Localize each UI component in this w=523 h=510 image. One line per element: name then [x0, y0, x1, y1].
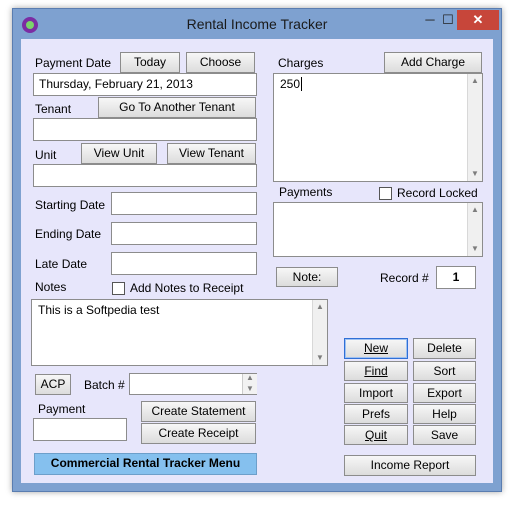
income-report-button[interactable]: Income Report: [344, 455, 476, 476]
add-notes-to-receipt-checkbox[interactable]: [112, 282, 125, 295]
go-to-another-tenant-button[interactable]: Go To Another Tenant: [98, 97, 256, 118]
batch-field[interactable]: [129, 373, 257, 395]
payments-scrollbar[interactable]: ▲ ▼: [467, 203, 482, 256]
add-notes-to-receipt-label: Add Notes to Receipt: [130, 281, 244, 295]
payments-textarea[interactable]: [273, 202, 483, 257]
ending-date-label: Ending Date: [35, 227, 102, 241]
record-number-field[interactable]: 1: [436, 266, 476, 289]
help-button[interactable]: Help: [413, 404, 476, 424]
title-bar[interactable]: Rental Income Tracker ─ ☐ ✕: [13, 9, 501, 39]
charges-label: Charges: [278, 56, 324, 70]
view-unit-button[interactable]: View Unit: [81, 143, 157, 164]
new-button[interactable]: New: [344, 338, 408, 359]
charges-text: 250: [280, 77, 301, 91]
ending-date-field[interactable]: [111, 222, 257, 245]
spin-up-icon[interactable]: ▲: [243, 372, 257, 383]
scroll-down-icon[interactable]: ▼: [313, 351, 327, 365]
create-receipt-button[interactable]: Create Receipt: [141, 423, 256, 444]
scroll-down-icon[interactable]: ▼: [468, 167, 482, 181]
delete-button[interactable]: Delete: [413, 338, 476, 359]
create-statement-button[interactable]: Create Statement: [141, 401, 256, 422]
unit-field[interactable]: [33, 164, 257, 187]
acp-button[interactable]: ACP: [35, 374, 71, 395]
starting-date-field[interactable]: [111, 192, 257, 215]
app-window: Rental Income Tracker ─ ☐ ✕ Payment Date…: [12, 8, 502, 492]
scroll-up-icon[interactable]: ▲: [468, 203, 482, 217]
record-locked-label: Record Locked: [397, 186, 478, 200]
unit-label: Unit: [35, 148, 57, 162]
add-charge-button[interactable]: Add Charge: [384, 52, 482, 73]
choose-date-button[interactable]: Choose: [186, 52, 255, 73]
export-button[interactable]: Export: [413, 383, 476, 403]
quit-button[interactable]: Quit: [344, 425, 408, 445]
commercial-rental-tracker-menu-button[interactable]: Commercial Rental Tracker Menu: [34, 453, 257, 475]
close-icon[interactable]: ✕: [457, 10, 499, 30]
prefs-button[interactable]: Prefs: [344, 404, 408, 424]
text-cursor: [301, 77, 303, 91]
batch-label: Batch #: [84, 378, 125, 392]
payment-date-field[interactable]: Thursday, February 21, 2013: [33, 73, 257, 96]
notes-textarea[interactable]: This is a Softpedia test ▲ ▼: [31, 299, 328, 366]
batch-spinner[interactable]: ▲ ▼: [242, 372, 257, 394]
record-locked-checkbox[interactable]: [379, 187, 392, 200]
payment-label: Payment: [38, 402, 86, 416]
find-button[interactable]: Find: [344, 361, 408, 381]
late-date-label: Late Date: [35, 257, 88, 271]
charges-textarea[interactable]: 250 ▲ ▼: [273, 73, 483, 182]
today-button[interactable]: Today: [120, 52, 180, 73]
record-number-label: Record #: [380, 271, 429, 285]
save-button[interactable]: Save: [413, 425, 476, 445]
starting-date-label: Starting Date: [35, 198, 106, 212]
payments-label: Payments: [279, 185, 333, 199]
spin-down-icon[interactable]: ▼: [243, 383, 257, 394]
notes-text: This is a Softpedia test: [38, 303, 160, 317]
scroll-up-icon[interactable]: ▲: [468, 74, 482, 88]
main-form: Payment Date Today Choose Thursday, Febr…: [21, 39, 493, 483]
scroll-up-icon[interactable]: ▲: [313, 300, 327, 314]
notes-label: Notes: [35, 280, 67, 294]
late-date-field[interactable]: [111, 252, 257, 275]
import-button[interactable]: Import: [344, 383, 408, 403]
notes-scrollbar[interactable]: ▲ ▼: [312, 300, 327, 365]
note-button[interactable]: Note:: [276, 267, 338, 287]
scroll-down-icon[interactable]: ▼: [468, 242, 482, 256]
payment-date-label: Payment Date: [35, 56, 112, 70]
payment-field[interactable]: [33, 418, 127, 441]
sort-button[interactable]: Sort: [413, 361, 476, 381]
tenant-label: Tenant: [35, 102, 72, 116]
view-tenant-button[interactable]: View Tenant: [167, 143, 256, 164]
charges-scrollbar[interactable]: ▲ ▼: [467, 74, 482, 181]
tenant-field[interactable]: [33, 118, 257, 141]
